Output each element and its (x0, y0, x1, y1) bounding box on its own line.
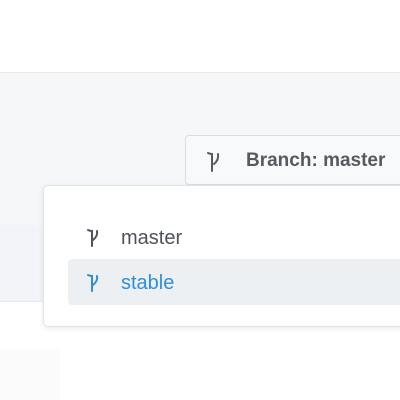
branch-menu-item-master[interactable]: master (68, 214, 400, 260)
branch-icon (206, 151, 224, 173)
branch-menu-item-label: master (121, 227, 183, 249)
branch-icon (86, 228, 102, 248)
branch-menu-item-label: stable (121, 272, 175, 294)
branch-dropdown-menu: master stable (43, 185, 400, 327)
top-bar (0, 0, 400, 73)
branch-icon (86, 273, 102, 293)
background-block (0, 350, 60, 400)
left-panel (0, 225, 48, 302)
page: Branch: master master stable (0, 0, 400, 400)
branch-menu-item-stable[interactable]: stable (68, 259, 400, 305)
branch-selector-button[interactable]: Branch: master (185, 135, 400, 185)
branch-selector-label: Branch: master (246, 150, 386, 171)
